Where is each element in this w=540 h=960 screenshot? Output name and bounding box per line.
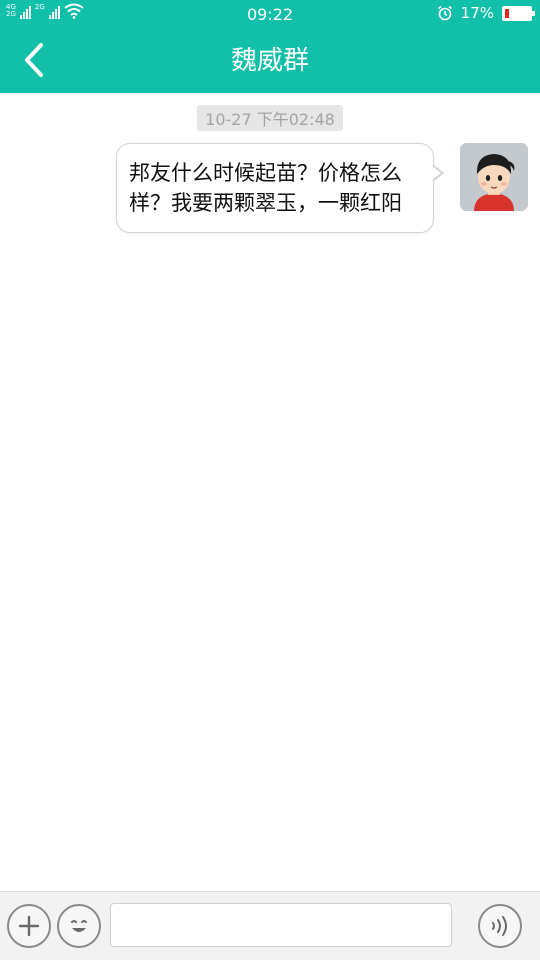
page-title: 魏威群: [230, 46, 309, 76]
status-right: 17%: [437, 4, 535, 22]
battery-icon: [502, 5, 535, 21]
emoji-icon: [71, 920, 87, 932]
chat-screen: 4G 2G 2G 09:22 17% 魏威群 10-27 下午02:48 邦友什…: [0, 0, 540, 960]
avatar[interactable]: [460, 143, 528, 211]
input-bar: [0, 891, 540, 960]
status-bar: 4G 2G 2G 09:22 17%: [0, 0, 540, 28]
plus-icon: [18, 915, 40, 937]
plus-button[interactable]: [7, 904, 51, 948]
voice-icon: [492, 916, 507, 936]
voice-button[interactable]: [478, 904, 522, 948]
message-bubble[interactable]: 邦友什么时候起苗？价格怎么样？我要两颗翠玉，一颗红阳: [116, 143, 444, 233]
bubble-tail: [432, 164, 444, 182]
message-list[interactable]: 10-27 下午02:48 邦友什么时候起苗？价格怎么样？我要两颗翠玉，一颗红阳: [0, 93, 540, 891]
title-bar: 魏威群: [0, 28, 540, 93]
emoji-button[interactable]: [57, 904, 101, 948]
message-timestamp: 10-27 下午02:48: [197, 105, 343, 131]
message-text: 邦友什么时候起苗？价格怎么样？我要两颗翠玉，一颗红阳: [129, 161, 402, 215]
cartoon-boy-avatar-icon: [460, 143, 528, 211]
battery-level: [505, 8, 509, 18]
message-input[interactable]: [110, 903, 452, 947]
alarm-clock-icon: [437, 5, 452, 21]
timestamp-row: 10-27 下午02:48: [0, 105, 540, 131]
battery-percent: 17%: [460, 4, 494, 22]
